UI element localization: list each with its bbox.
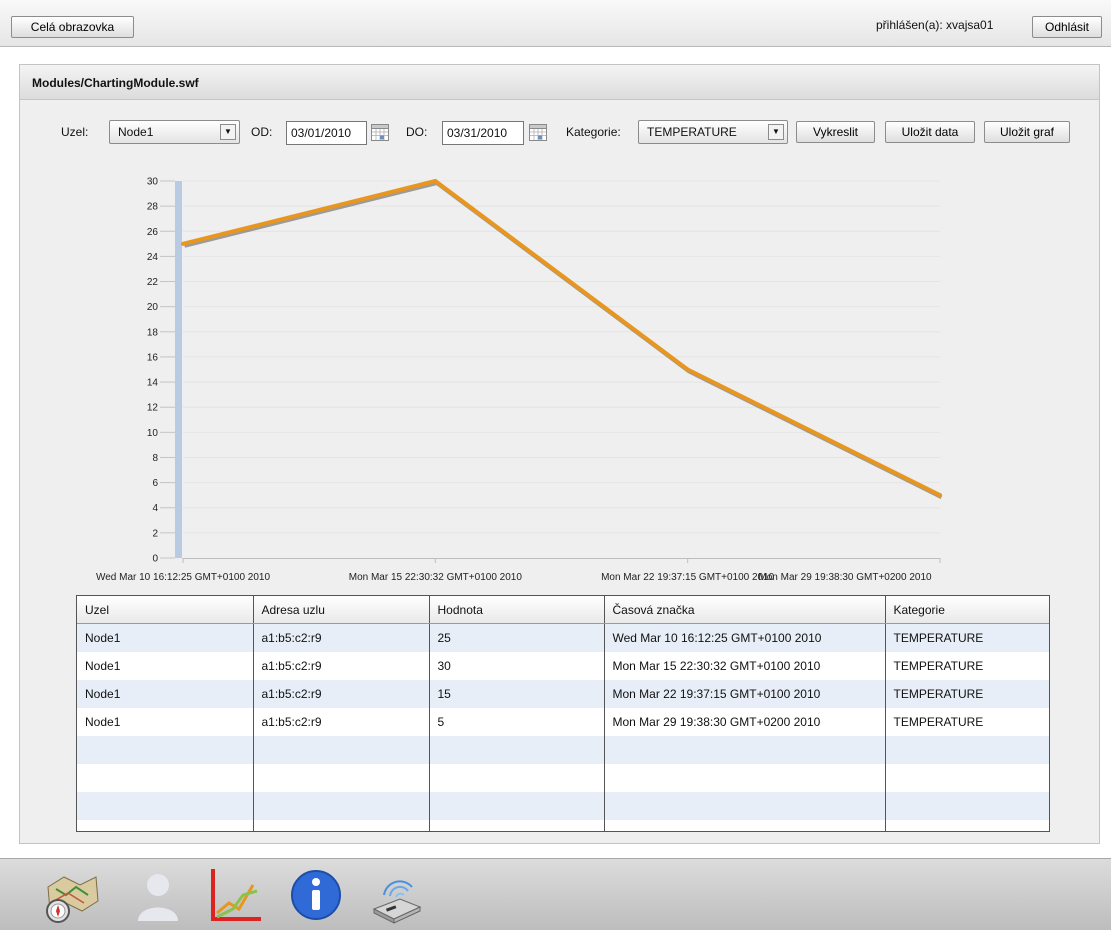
- network-device-icon[interactable]: [366, 865, 426, 925]
- table-header-row: Uzel Adresa uzlu Hodnota Časová značka K…: [77, 596, 1049, 624]
- cell-node: Node1: [77, 652, 254, 680]
- x-tick-label: Mon Mar 15 22:30:32 GMT+0100 2010: [349, 572, 523, 583]
- y-tick-label: 30: [147, 177, 159, 188]
- cell-value: 15: [429, 680, 605, 708]
- cell-value: 30: [429, 652, 605, 680]
- y-tick-label: 4: [152, 503, 158, 514]
- cell-address: a1:b5:c2:r9: [253, 623, 430, 652]
- module-dock: [0, 858, 1111, 930]
- y-tick-label: 2: [152, 528, 158, 539]
- cell-timestamp: Mon Mar 29 19:38:30 GMT+0200 2010: [604, 708, 886, 736]
- series-line-shadow: [184, 181, 943, 499]
- y-tick-label: 10: [147, 428, 159, 439]
- table-row[interactable]: Node1 a1:b5:c2:r9 5 Mon Mar 29 19:38:30 …: [77, 708, 1049, 736]
- data-point[interactable]: [433, 179, 438, 183]
- cell-address: a1:b5:c2:r9: [253, 708, 430, 736]
- y-tick-label: 12: [147, 403, 159, 414]
- cell-timestamp: Mon Mar 22 19:37:15 GMT+0100 2010: [604, 680, 886, 708]
- y-tick-label: 24: [147, 252, 159, 263]
- cell-timestamp: Wed Mar 10 16:12:25 GMT+0100 2010: [604, 623, 886, 652]
- table-row[interactable]: Node1 a1:b5:c2:r9 30 Mon Mar 15 22:30:32…: [77, 652, 1049, 680]
- x-tick-label: Wed Mar 10 16:12:25 GMT+0100 2010: [96, 572, 271, 583]
- table-row-empty: [77, 792, 1049, 820]
- cell-address: a1:b5:c2:r9: [253, 680, 430, 708]
- y-tick-label: 14: [147, 378, 159, 389]
- column-header[interactable]: Adresa uzlu: [253, 596, 430, 624]
- y-tick-label: 6: [152, 478, 158, 489]
- cell-value: 25: [429, 623, 605, 652]
- y-tick-label: 8: [152, 453, 158, 464]
- data-table: Uzel Adresa uzlu Hodnota Časová značka K…: [76, 595, 1050, 832]
- cell-category: TEMPERATURE: [885, 623, 1049, 652]
- panel-header: Modules/ChartingModule.swf: [20, 65, 1099, 100]
- logout-button[interactable]: Odhlásit: [1032, 16, 1102, 38]
- y-axis: 024681012141618202224262830: [147, 177, 175, 565]
- table-row-empty: [77, 820, 1049, 831]
- y-tick-label: 20: [147, 302, 159, 313]
- y-tick-label: 22: [147, 277, 159, 288]
- cell-node: Node1: [77, 680, 254, 708]
- series-line: [182, 179, 941, 497]
- logged-in-user: přihlášen(a): xvajsa01: [876, 18, 994, 32]
- data-point[interactable]: [685, 367, 690, 372]
- table-row[interactable]: Node1 a1:b5:c2:r9 15 Mon Mar 22 19:37:15…: [77, 680, 1049, 708]
- chart-grid: [183, 180, 940, 534]
- cell-category: TEMPERATURE: [885, 652, 1049, 680]
- column-header[interactable]: Kategorie: [885, 596, 1049, 624]
- map-compass-icon[interactable]: [42, 865, 102, 925]
- y-axis-bar: [175, 181, 182, 558]
- user-icon[interactable]: [128, 865, 188, 925]
- info-icon[interactable]: [286, 865, 346, 925]
- y-tick-label: 16: [147, 352, 159, 363]
- temperature-line-chart: 024681012141618202224262830 Wed Mar 10 1…: [96, 177, 943, 583]
- cell-value: 5: [429, 708, 605, 736]
- x-tick-label: Mon Mar 22 19:37:15 GMT+0100 2010: [601, 572, 775, 583]
- cell-node: Node1: [77, 623, 254, 652]
- cell-address: a1:b5:c2:r9: [253, 652, 430, 680]
- column-header[interactable]: Časová značka: [604, 596, 886, 624]
- column-header[interactable]: Uzel: [77, 596, 254, 624]
- y-tick-label: 28: [147, 202, 159, 213]
- y-tick-label: 26: [147, 227, 159, 238]
- data-point[interactable]: [181, 241, 185, 246]
- x-tick-label: Mon Mar 29 19:38:30 GMT+0200 2010: [758, 572, 932, 583]
- panel-title: Modules/ChartingModule.swf: [32, 76, 199, 90]
- column-header[interactable]: Hodnota: [429, 596, 605, 624]
- data-point[interactable]: [938, 493, 942, 498]
- table-row[interactable]: Node1 a1:b5:c2:r9 25 Wed Mar 10 16:12:25…: [77, 623, 1049, 652]
- table-row-empty: [77, 736, 1049, 764]
- y-tick-label: 0: [152, 554, 158, 565]
- cell-node: Node1: [77, 708, 254, 736]
- cell-timestamp: Mon Mar 15 22:30:32 GMT+0100 2010: [604, 652, 886, 680]
- chart-series: [181, 179, 943, 499]
- y-tick-label: 18: [147, 327, 159, 338]
- chart-icon[interactable]: [205, 865, 265, 925]
- table-row-empty: [77, 764, 1049, 792]
- x-axis: Wed Mar 10 16:12:25 GMT+0100 2010 Mon Mar…: [96, 558, 941, 583]
- top-bar: Celá obrazovka přihlášen(a): xvajsa01 Od…: [0, 0, 1111, 47]
- cell-category: TEMPERATURE: [885, 708, 1049, 736]
- fullscreen-button[interactable]: Celá obrazovka: [11, 16, 134, 38]
- cell-category: TEMPERATURE: [885, 680, 1049, 708]
